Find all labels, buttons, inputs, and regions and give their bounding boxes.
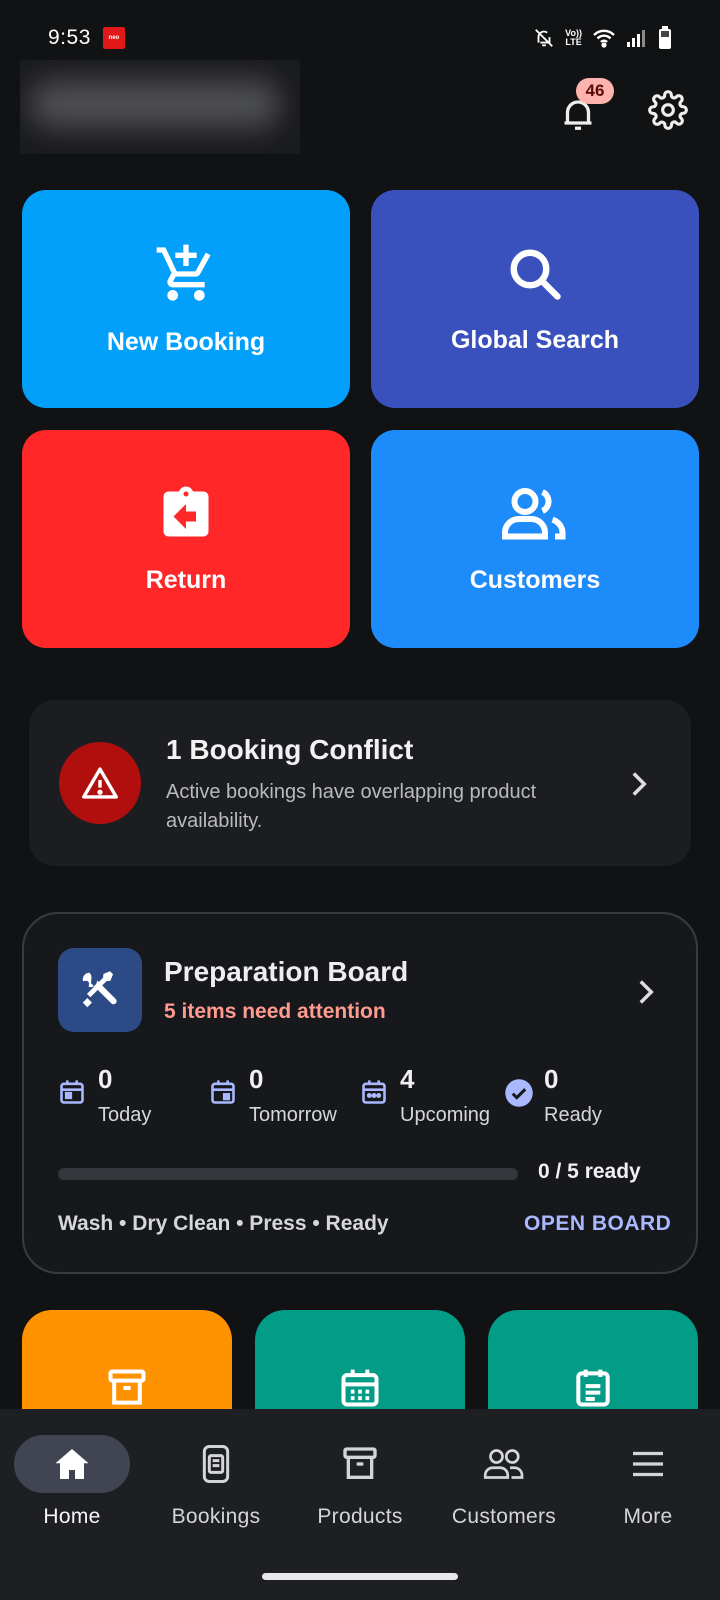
carrier-badge-text: neo (108, 35, 120, 41)
tools-icon (82, 971, 117, 1008)
wifi-icon (593, 29, 615, 48)
settings-button[interactable] (648, 90, 688, 130)
stat-today-label: Today (98, 1104, 152, 1126)
stat-tomorrow-label: Tomorrow (249, 1104, 337, 1126)
warning-icon (82, 767, 118, 799)
chevron-right-icon (632, 772, 647, 796)
ready-progress-bar (58, 1168, 518, 1180)
nav-products-label: Products (317, 1505, 403, 1528)
search-icon (510, 249, 561, 300)
stat-upcoming-value: 4 (400, 1064, 415, 1094)
new-booking-label: New Booking (106, 327, 266, 356)
open-board-button[interactable]: OPEN BOARD (524, 1212, 671, 1236)
calendar-tile[interactable] (255, 1310, 465, 1420)
notification-count-badge: 46 (576, 78, 614, 104)
global-search-tile[interactable]: Global Search (371, 190, 699, 408)
customers-label: Customers (469, 565, 601, 594)
preparation-board-card[interactable]: Preparation Board 5 items need attention… (22, 912, 698, 1274)
conflict-title: 1 Booking Conflict (166, 734, 414, 765)
conflict-warning-badge (59, 742, 141, 824)
prep-attention-text: 5 items need attention (164, 1000, 386, 1023)
nav-bookings[interactable]: Bookings (144, 1435, 288, 1545)
customers-tile[interactable]: Customers (371, 430, 699, 648)
bottom-navigation: Home Bookings Products Customers More (0, 1409, 720, 1600)
status-time: 9:53 (48, 26, 91, 49)
stat-today-value: 0 (98, 1064, 113, 1094)
return-tile[interactable]: Return (22, 430, 350, 648)
nav-products-pill (302, 1435, 418, 1493)
calendar-event-icon (211, 1080, 235, 1104)
nav-more-pill (590, 1435, 706, 1493)
battery-icon (659, 26, 671, 49)
nav-more[interactable]: More (576, 1435, 720, 1545)
calendar-today-icon (60, 1080, 84, 1104)
stat-ready-label: Ready (544, 1104, 602, 1126)
return-label: Return (145, 565, 227, 594)
nav-bookings-label: Bookings (171, 1505, 261, 1528)
menu-icon (633, 1451, 663, 1477)
nav-products[interactable]: Products (288, 1435, 432, 1545)
add-to-cart-icon (156, 244, 211, 301)
stat-upcoming-label: Upcoming (400, 1104, 491, 1126)
prep-board-title: Preparation Board (164, 956, 409, 987)
prep-board-icon-tile (58, 948, 142, 1032)
carrier-app-icon: neo (102, 27, 125, 49)
signal-icon (627, 30, 645, 47)
nav-more-label: More (623, 1505, 673, 1528)
gear-icon (648, 90, 688, 130)
archive-tile[interactable] (22, 1310, 232, 1420)
nav-customers-label: Customers (451, 1505, 557, 1528)
conflict-description: Active bookings have overlapping product… (166, 781, 537, 832)
products-icon (343, 1447, 377, 1479)
calendar-list-icon (576, 1369, 610, 1407)
booking-conflict-card[interactable]: 1 Booking Conflict Active bookings have … (29, 700, 691, 866)
home-icon (55, 1449, 89, 1479)
gesture-home-indicator[interactable] (262, 1573, 458, 1580)
people-icon (502, 487, 566, 539)
profile-name-redacted (20, 60, 300, 154)
bookings-icon (202, 1445, 230, 1483)
stat-tomorrow-value: 0 (249, 1064, 264, 1094)
chevron-right-icon (639, 980, 654, 1004)
customers-icon (483, 1449, 524, 1479)
app-header: 46 (0, 56, 720, 156)
new-booking-tile[interactable]: New Booking (22, 190, 350, 408)
nav-home-label: Home (43, 1505, 101, 1528)
nav-home[interactable]: Home (0, 1435, 144, 1545)
calendar-upcoming-icon (362, 1080, 386, 1104)
assignment-return-icon (163, 486, 209, 536)
nav-home-pill (14, 1435, 130, 1493)
status-icons: Vo)) LTE (533, 26, 672, 50)
nav-customers-pill (446, 1435, 562, 1493)
prep-stages-text: Wash • Dry Clean • Press • Ready (58, 1212, 389, 1235)
schedule-tile[interactable] (488, 1310, 698, 1420)
nav-bookings-pill (158, 1435, 274, 1493)
global-search-label: Global Search (450, 325, 620, 354)
notifications-button[interactable]: 46 (560, 78, 614, 134)
stat-ready-value: 0 (544, 1064, 559, 1094)
archive-icon (108, 1369, 146, 1405)
calendar-grid-icon (341, 1369, 379, 1407)
redaction-blur (30, 80, 280, 128)
mute-bell-icon (535, 29, 554, 47)
ready-progress-label: 0 / 5 ready (538, 1160, 641, 1183)
volte-indicator: Vo)) LTE (565, 28, 582, 47)
nav-customers[interactable]: Customers (432, 1435, 576, 1545)
check-circle-icon (505, 1079, 533, 1107)
